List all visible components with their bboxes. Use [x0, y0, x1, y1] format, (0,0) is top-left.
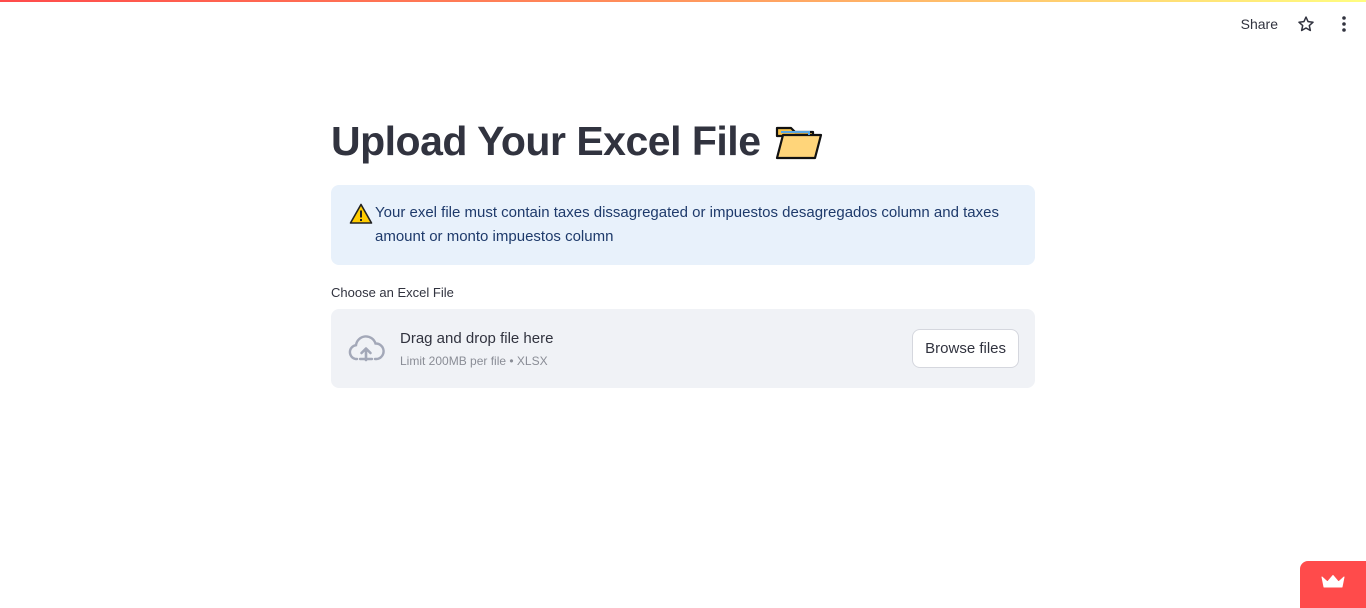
page-title-text: Upload Your Excel File [331, 118, 761, 164]
cloud-upload-icon [347, 334, 385, 364]
warning-icon [349, 202, 373, 226]
star-icon[interactable] [1296, 14, 1316, 34]
dropzone-limit: Limit 200MB per file • XLSX [400, 354, 548, 368]
kebab-menu-icon[interactable] [1334, 14, 1354, 34]
folder-icon [775, 124, 823, 160]
share-button[interactable]: Share [1241, 14, 1278, 34]
file-dropzone[interactable]: Drag and drop file here Limit 200MB per … [331, 309, 1035, 388]
uploader-label: Choose an Excel File [331, 285, 454, 300]
browse-files-button[interactable]: Browse files [912, 329, 1019, 368]
warning-alert: Your exel file must contain taxes dissag… [331, 185, 1035, 265]
crown-icon [1320, 574, 1346, 595]
top-decoration-bar [0, 0, 1366, 2]
dropzone-text: Drag and drop file here Limit 200MB per … [400, 329, 553, 368]
header-toolbar: Share [1241, 12, 1354, 36]
page-title: Upload Your Excel File [331, 118, 823, 165]
streamlit-badge[interactable] [1300, 561, 1366, 608]
alert-message: Your exel file must contain taxes dissag… [375, 204, 999, 245]
dropzone-instructions: Drag and drop file here [400, 330, 554, 347]
